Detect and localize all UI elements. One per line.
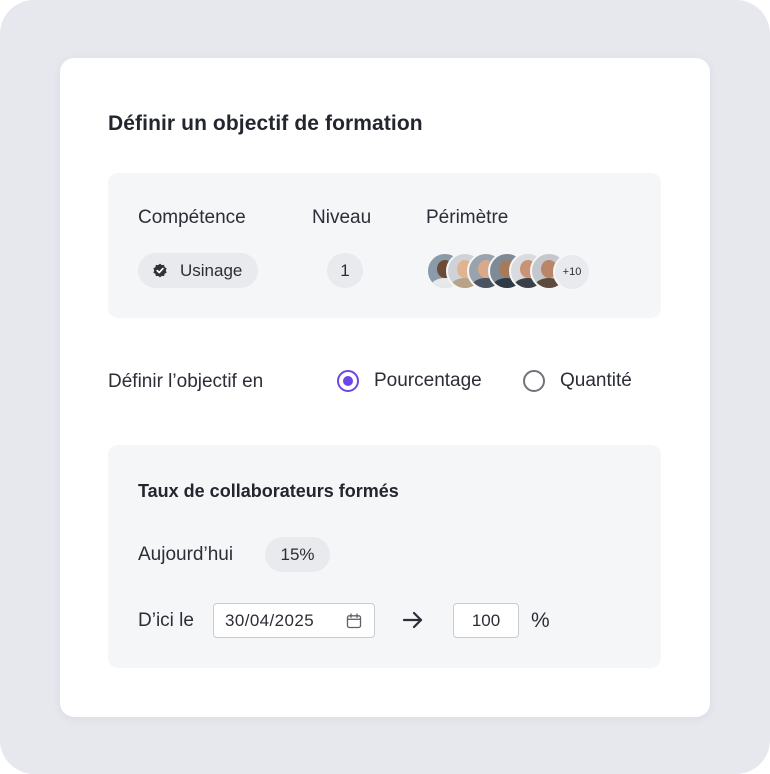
competence-value: Usinage	[180, 260, 243, 280]
percent-unit: %	[531, 609, 550, 632]
arrow-right-icon	[402, 611, 423, 629]
niveau-label: Niveau	[312, 207, 372, 228]
today-label: Aujourd’hui	[138, 544, 234, 565]
objective-mode-row: Définir l’objectif en Pourcentage Quanti…	[108, 368, 668, 398]
radio-label-quantity: Quantité	[560, 370, 632, 391]
page-background: Définir un objectif de formation Compéte…	[0, 0, 770, 774]
calendar-icon[interactable]	[346, 613, 362, 629]
today-value: 15%	[280, 544, 315, 564]
niveau-chip[interactable]: 1	[327, 253, 363, 288]
perimetre-label: Périmètre	[426, 207, 509, 228]
date-value: 30/04/2025	[225, 610, 315, 630]
verified-badge-icon	[153, 263, 167, 277]
target-value-field[interactable]: 100	[453, 603, 519, 638]
objective-mode-label: Définir l’objectif en	[108, 371, 264, 392]
objective-card: Définir un objectif de formation Compéte…	[60, 58, 710, 717]
radio-label-percentage: Pourcentage	[374, 370, 482, 391]
more-members-badge[interactable]: +10	[553, 253, 591, 291]
radio-option-percentage[interactable]: Pourcentage	[337, 370, 482, 392]
competence-chip[interactable]: Usinage	[138, 253, 259, 288]
today-value-chip: 15%	[265, 537, 330, 572]
date-field[interactable]: 30/04/2025	[213, 603, 375, 638]
radio-button-checked[interactable]	[337, 370, 359, 392]
niveau-value: 1	[340, 260, 350, 280]
target-value: 100	[471, 610, 501, 630]
until-label: D’ici le	[138, 610, 194, 631]
card-title: Définir un objectif de formation	[108, 112, 423, 135]
target-panel: Taux de collaborateurs formés Aujourd’hu…	[108, 445, 661, 668]
radio-option-quantity[interactable]: Quantité	[523, 370, 632, 392]
target-title: Taux de collaborateurs formés	[138, 481, 399, 501]
radio-button-unchecked[interactable]	[523, 370, 545, 392]
summary-panel: Compétence Niveau Périmètre Usinage 1 +1…	[108, 173, 661, 318]
competence-label: Compétence	[138, 207, 246, 228]
